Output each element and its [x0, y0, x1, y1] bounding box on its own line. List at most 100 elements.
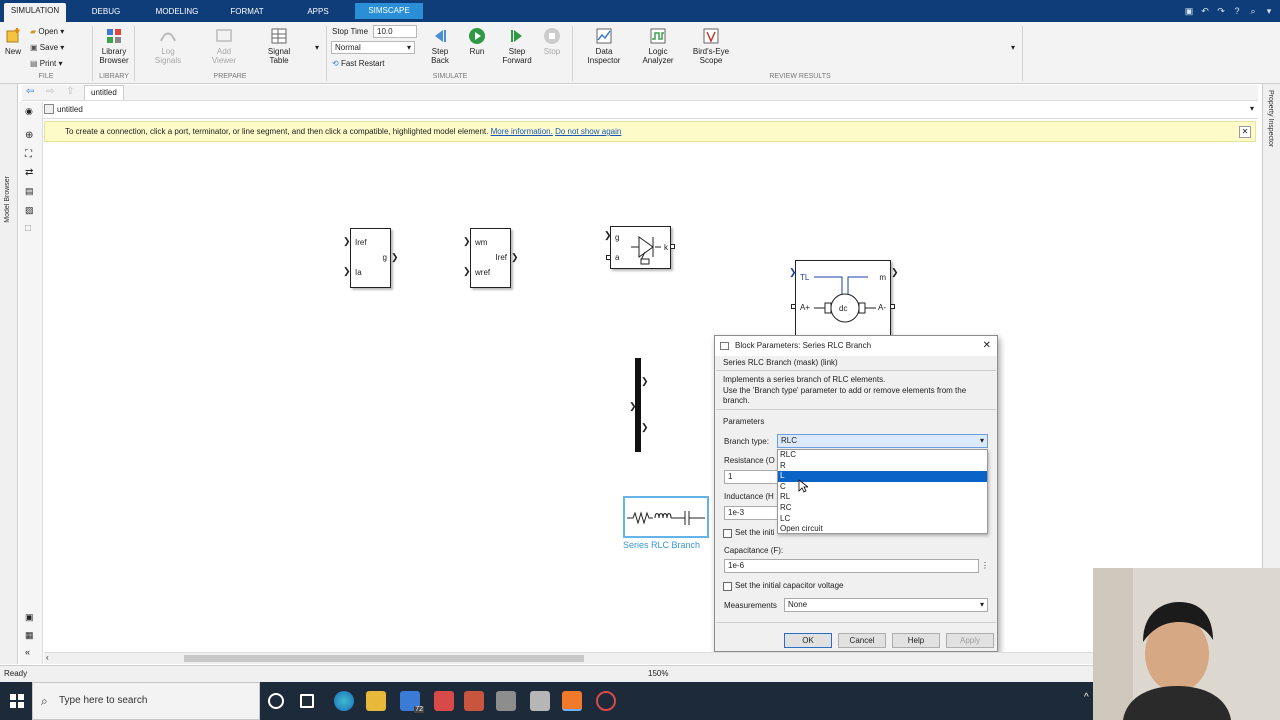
more-options-icon[interactable]: ⋮ [981, 561, 989, 570]
collapse-icon[interactable]: ▾ [1262, 4, 1276, 18]
search-icon[interactable]: ⌕ [1246, 4, 1260, 18]
task-view-icon[interactable] [300, 694, 314, 708]
collapse-panel-icon[interactable]: « [25, 647, 30, 657]
tab-simscape-block[interactable]: SIMSCAPE BLOCK [355, 3, 423, 31]
controller-block-speed[interactable]: wm wref Iref [470, 228, 511, 288]
chevron-down-icon[interactable]: ▾ [1250, 104, 1254, 113]
conserving-port[interactable] [670, 244, 675, 249]
conserving-port[interactable] [606, 255, 611, 260]
initial-current-checkbox[interactable] [723, 529, 732, 538]
conserving-port[interactable] [890, 304, 895, 309]
data-inspector-button[interactable]: Data Inspector [584, 27, 624, 65]
input-port-arrow[interactable]: ❯ [463, 236, 471, 247]
prepare-expand-icon[interactable]: ▾ [315, 42, 319, 54]
property-icon[interactable]: ▦ [25, 630, 34, 641]
model-tab-untitled[interactable]: untitled [84, 85, 124, 100]
do-not-show-again-link[interactable]: Do not show again [555, 127, 621, 136]
option-rc[interactable]: RC [778, 503, 987, 514]
apply-button[interactable]: Apply [946, 633, 994, 648]
more-information-link[interactable]: More information. [491, 127, 553, 136]
taskbar-search-box[interactable]: ⌕ Type here to search [32, 682, 260, 720]
dc-machine-block[interactable]: TL m A+ A- dc [795, 260, 891, 340]
controller-block-current[interactable]: Iref Ia g [350, 228, 391, 288]
option-l[interactable]: L [778, 471, 987, 482]
annotation-icon[interactable]: ▤ [25, 186, 34, 197]
app-icon-monitor[interactable] [530, 691, 550, 711]
output-port-arrow[interactable]: ❯ [891, 267, 899, 278]
thyristor-block[interactable]: g a k [610, 226, 671, 269]
input-port-arrow[interactable]: ❯ [604, 230, 612, 241]
tab-modeling[interactable]: MODELING [148, 4, 206, 22]
save-icon[interactable]: ▣ [1182, 4, 1196, 18]
screenshot-icon[interactable]: ▣ [25, 612, 34, 623]
file-explorer-icon[interactable] [366, 691, 386, 711]
model-canvas[interactable] [44, 143, 1256, 651]
input-port-arrow[interactable]: ❯ [463, 266, 471, 277]
tab-format[interactable]: FORMAT [222, 4, 272, 22]
option-open-circuit[interactable]: Open circuit [778, 524, 987, 535]
print-button[interactable]: ▤ Print ▾ [30, 58, 63, 70]
new-button[interactable]: New [3, 27, 23, 56]
log-signals-button[interactable]: Log Signals [150, 27, 186, 65]
input-port-arrow[interactable]: ❯ [789, 267, 797, 278]
app-icon-red[interactable] [434, 691, 454, 711]
open-button[interactable]: ▰ Open ▾ [30, 26, 64, 38]
cancel-button[interactable]: Cancel [838, 633, 886, 648]
back-arrow-icon[interactable]: ⇦ [26, 86, 34, 97]
redo-icon[interactable]: ↷ [1214, 4, 1228, 18]
area-icon[interactable]: □ [25, 223, 31, 234]
simulation-mode-select[interactable]: Normal ▾ [331, 41, 415, 54]
output-port-arrow[interactable]: ❯ [641, 422, 649, 433]
birds-eye-scope-button[interactable]: Bird's-Eye Scope [690, 27, 732, 65]
output-port-arrow[interactable]: ❯ [641, 376, 649, 387]
signal-table-button[interactable]: Signal Table [260, 27, 298, 65]
library-browser-button[interactable]: Library Browser [97, 27, 131, 65]
branch-type-select[interactable]: RLC ▾ [777, 434, 988, 448]
close-icon[interactable]: ✕ [983, 336, 991, 356]
model-browser-strip[interactable]: Model Browser [0, 84, 18, 664]
add-viewer-button[interactable]: Add Viewer [206, 27, 242, 65]
app-icon-circle[interactable] [596, 691, 616, 711]
image-icon[interactable]: ▨ [25, 205, 34, 216]
windows-start-icon[interactable] [10, 694, 24, 708]
ok-button[interactable]: OK [784, 633, 832, 648]
step-back-button[interactable]: Step Back [424, 27, 456, 65]
edge-browser-icon[interactable] [334, 691, 354, 711]
output-port-arrow[interactable]: ❯ [511, 252, 519, 263]
tab-apps[interactable]: APPS [298, 4, 338, 22]
scrollbar-thumb[interactable] [184, 655, 584, 662]
stop-time-input[interactable]: 10.0 [373, 25, 417, 38]
input-port-arrow[interactable]: ❯ [629, 401, 637, 412]
mail-icon[interactable]: 72 [400, 691, 424, 713]
help-icon[interactable]: ? [1230, 4, 1244, 18]
option-rl[interactable]: RL [778, 492, 987, 503]
logic-analyzer-button[interactable]: Logic Analyzer [638, 27, 678, 65]
measurements-select[interactable]: None ▾ [784, 598, 988, 612]
help-button[interactable]: Help [892, 633, 940, 648]
app-icon-gray[interactable] [496, 691, 516, 711]
conserving-port[interactable] [791, 304, 796, 309]
scroll-left-icon[interactable]: ‹ [46, 653, 49, 662]
model-path[interactable]: untitled [57, 105, 83, 114]
input-port-arrow[interactable]: ❯ [343, 266, 351, 277]
review-expand-icon[interactable]: ▾ [1011, 42, 1015, 54]
option-r[interactable]: R [778, 461, 987, 472]
output-port-arrow[interactable]: ❯ [391, 252, 399, 263]
horizontal-scrollbar[interactable]: ‹ [44, 652, 1094, 664]
resistance-input[interactable]: 1 [724, 470, 784, 484]
rlc-block-name[interactable]: Series RLC Branch [623, 540, 713, 550]
close-icon[interactable]: ✕ [1239, 126, 1251, 138]
option-lc[interactable]: LC [778, 514, 987, 525]
cortana-icon[interactable] [268, 693, 284, 709]
tab-debug[interactable]: DEBUG [84, 4, 128, 22]
forward-arrow-icon[interactable]: ⇨ [46, 86, 54, 97]
tab-simulation[interactable]: SIMULATION [4, 3, 66, 22]
up-arrow-icon[interactable]: ⇧ [66, 86, 74, 97]
matlab-icon[interactable] [562, 691, 582, 711]
fit-view-icon[interactable]: ⛶ [25, 149, 32, 160]
undo-icon[interactable]: ↶ [1198, 4, 1212, 18]
chevron-up-icon[interactable]: ^ [1084, 692, 1089, 703]
step-forward-button[interactable]: Step Forward [499, 27, 535, 65]
save-button[interactable]: ▣ Save ▾ [30, 42, 64, 54]
option-rlc[interactable]: RLC [778, 450, 987, 461]
